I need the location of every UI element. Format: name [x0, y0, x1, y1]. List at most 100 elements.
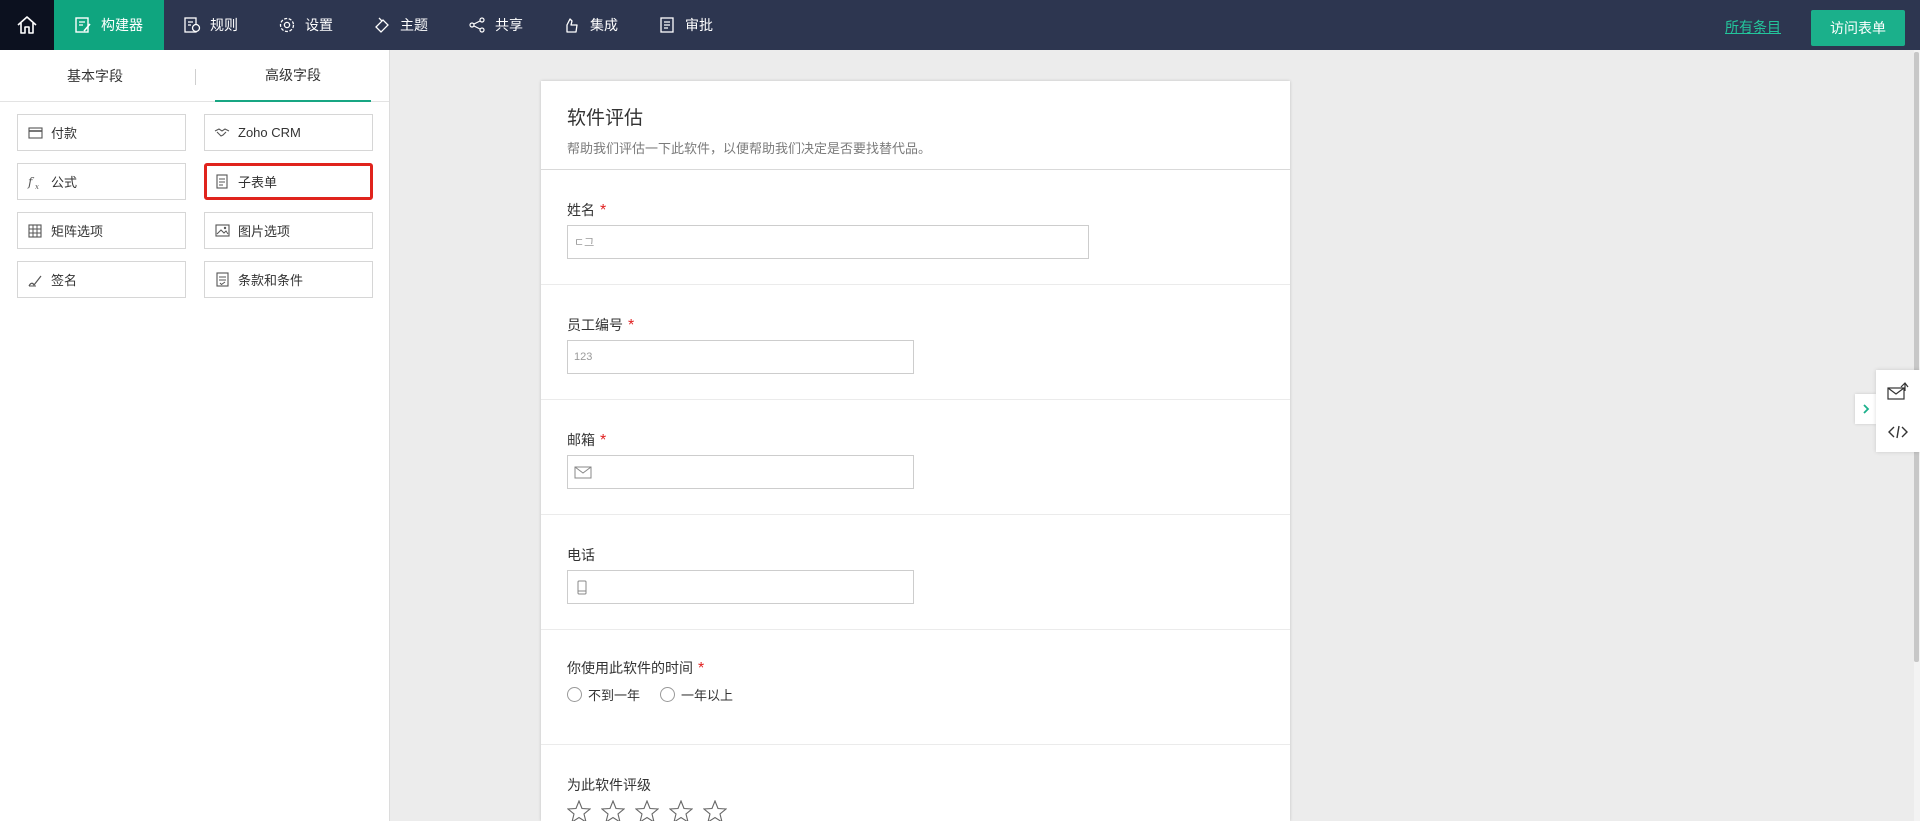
terms-icon	[214, 272, 230, 288]
field-section-employee-no[interactable]: 员工编号 * 123	[541, 285, 1290, 400]
radio-more-than-year-label: 一年以上	[681, 688, 734, 703]
name-label-text: 姓名	[567, 202, 595, 218]
form-preview: 软件评估 帮助我们评估一下此软件，以便帮助我们决定是否要找替代品。 姓名 * ㄷ그…	[541, 81, 1290, 821]
employee-no-input[interactable]: 123	[567, 340, 914, 374]
code-icon	[1888, 425, 1908, 439]
rating-label: 为此软件评级	[567, 775, 651, 795]
star-icon[interactable]	[669, 800, 693, 821]
field-section-rating[interactable]: 为此软件评级	[541, 745, 1290, 821]
email-input[interactable]	[567, 455, 914, 489]
scrollbar-thumb[interactable]	[1914, 52, 1919, 662]
usage-label-text: 你使用此软件的时间	[567, 660, 693, 676]
phone-input[interactable]	[567, 570, 914, 604]
nav-integration-label: 集成	[590, 17, 618, 33]
field-tabs: 基本字段 高级字段	[0, 50, 389, 102]
builder-icon	[74, 16, 92, 34]
field-section-email[interactable]: 邮箱 *	[541, 400, 1290, 515]
field-image-choice[interactable]: 图片选项	[204, 212, 373, 249]
field-formula-label: 公式	[51, 175, 78, 190]
field-signature-label: 签名	[51, 273, 78, 288]
settings-icon	[278, 16, 296, 34]
field-formula[interactable]: fx 公式	[17, 163, 186, 200]
nav-approval[interactable]: 审批	[658, 0, 713, 50]
subform-icon	[214, 174, 230, 190]
radio-less-than-year-label: 不到一年	[588, 688, 641, 703]
required-marker: *	[698, 660, 705, 677]
nav-theme[interactable]: 主题	[373, 0, 428, 50]
star-icon[interactable]	[567, 800, 591, 821]
field-matrix-choice-label: 矩阵选项	[51, 224, 104, 239]
field-terms-conditions[interactable]: 条款和条件	[204, 261, 373, 298]
required-marker: *	[628, 317, 635, 334]
field-subform-label: 子表单	[238, 175, 278, 190]
rating-stars	[567, 800, 727, 821]
embed-code-button[interactable]	[1876, 411, 1920, 452]
image-choice-icon	[214, 223, 230, 239]
star-icon[interactable]	[635, 800, 659, 821]
form-description: 帮助我们评估一下此软件，以便帮助我们决定是否要找替代品。	[567, 141, 932, 156]
field-section-phone[interactable]: 电话	[541, 515, 1290, 630]
nav-settings-label: 设置	[305, 17, 333, 33]
name-input[interactable]: ㄷ그	[567, 225, 1089, 259]
formula-icon: fx	[27, 174, 43, 190]
radio-more-than-year[interactable]	[660, 687, 676, 702]
field-matrix-choice[interactable]: 矩阵选项	[17, 212, 186, 249]
field-zoho-crm[interactable]: Zoho CRM	[204, 114, 373, 151]
approval-icon	[658, 16, 676, 34]
field-signature[interactable]: 签名	[17, 261, 186, 298]
side-toolbar	[1876, 370, 1920, 452]
chevron-right-icon	[1862, 403, 1870, 415]
svg-text:x: x	[35, 183, 39, 190]
field-image-choice-label: 图片选项	[238, 224, 291, 239]
email-label: 邮箱 *	[567, 430, 606, 450]
phone-label-text: 电话	[567, 547, 595, 563]
field-palette: 基本字段 高级字段 付款 Zoho CRM fx 公式 子表单 矩阵选项 图片选…	[0, 50, 390, 821]
all-entries-link[interactable]: 所有条目	[1725, 17, 1781, 37]
share-icon	[468, 16, 486, 34]
email-label-text: 邮箱	[567, 432, 595, 448]
nav-rules[interactable]: 规则	[183, 0, 238, 50]
nav-approval-label: 审批	[685, 17, 713, 33]
share-mail-button[interactable]	[1876, 370, 1920, 411]
star-icon[interactable]	[703, 800, 727, 821]
form-title: 软件评估	[567, 108, 644, 129]
payment-icon	[27, 125, 43, 141]
field-payment[interactable]: 付款	[17, 114, 186, 151]
name-label: 姓名 *	[567, 200, 606, 220]
name-placeholder: ㄷ그	[574, 237, 595, 249]
field-subform[interactable]: 子表单	[204, 163, 373, 200]
employee-no-label: 员工编号 *	[567, 315, 634, 335]
home-button[interactable]	[0, 0, 54, 50]
rating-label-text: 为此软件评级	[567, 777, 651, 793]
tab-basic-fields[interactable]: 基本字段	[0, 50, 190, 102]
field-section-name[interactable]: 姓名 * ㄷ그	[541, 170, 1290, 285]
required-marker: *	[600, 202, 607, 219]
employee-no-placeholder: 123	[574, 351, 593, 363]
star-icon[interactable]	[601, 800, 625, 821]
phone-icon	[577, 580, 587, 595]
field-payment-label: 付款	[51, 126, 78, 141]
nav-builder[interactable]: 构建器	[54, 0, 164, 50]
field-zoho-crm-label: Zoho CRM	[238, 125, 301, 140]
expand-panel-button[interactable]	[1855, 394, 1876, 424]
field-section-usage-time[interactable]: 你使用此软件的时间 * 不到一年 一年以上	[541, 630, 1290, 745]
matrix-icon	[27, 223, 43, 239]
svg-text:f: f	[27, 175, 35, 189]
theme-icon	[373, 16, 391, 34]
tab-advanced-fields[interactable]: 高级字段	[215, 50, 371, 102]
required-marker: *	[600, 432, 607, 449]
top-navigation-bar: 构建器 规则 设置 主题 共享 集成 审批 所有条目 访问表单	[0, 0, 1920, 50]
employee-no-label-text: 员工编号	[567, 317, 623, 333]
nav-integration[interactable]: 集成	[563, 0, 618, 50]
nav-settings[interactable]: 设置	[278, 0, 333, 50]
usage-label: 你使用此软件的时间 *	[567, 658, 704, 678]
tab-divider	[195, 69, 196, 85]
envelope-icon	[574, 466, 592, 479]
radio-less-than-year[interactable]	[567, 687, 582, 702]
handshake-icon	[214, 125, 230, 141]
nav-share[interactable]: 共享	[468, 0, 523, 50]
nav-rules-label: 规则	[210, 17, 238, 33]
nav-theme-label: 主题	[400, 17, 428, 33]
access-form-button[interactable]: 访问表单	[1811, 10, 1905, 46]
field-terms-conditions-label: 条款和条件	[238, 273, 304, 288]
